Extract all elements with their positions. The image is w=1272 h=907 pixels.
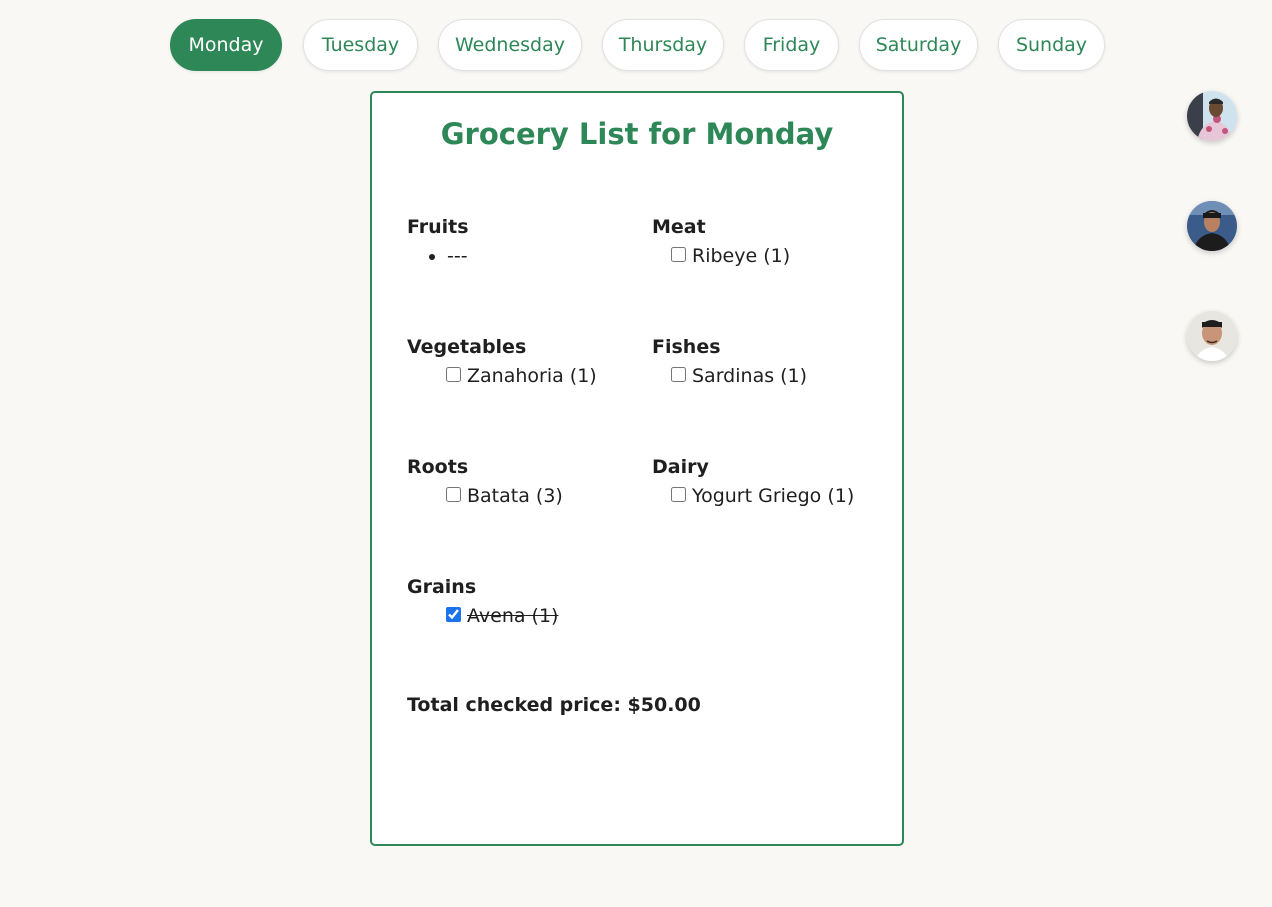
user-avatar-3[interactable] (1187, 311, 1237, 361)
item-label: Avena (1) (467, 605, 559, 627)
category-title: Dairy (652, 456, 709, 478)
item-checkbox[interactable] (446, 486, 461, 502)
avatar-photo-icon (1187, 91, 1237, 141)
avatar-photo-icon (1187, 311, 1237, 361)
tab-friday[interactable]: Friday (744, 19, 839, 71)
list-item: Ribeye (1) (671, 244, 790, 268)
list-item: Sardinas (1) (671, 364, 807, 388)
category-grains: Grains Avena (1) (407, 575, 558, 628)
page-title: Grocery List for Monday (440, 117, 834, 151)
tab-thursday[interactable]: Thursday (602, 19, 724, 71)
item-label: Batata (3) (467, 485, 563, 507)
category-title: Fruits (407, 216, 469, 238)
list-item: Batata (3) (446, 484, 563, 508)
item-checkbox[interactable] (671, 486, 686, 502)
item-list: Ribeye (1) (671, 244, 790, 268)
tab-monday[interactable]: Monday (170, 19, 282, 71)
item-checkbox[interactable] (446, 366, 461, 382)
category-title: Meat (652, 216, 706, 238)
category-dairy: Dairy Yogurt Griego (1) (652, 455, 854, 508)
item-list: Batata (3) (446, 484, 563, 508)
item-checkbox[interactable] (671, 366, 686, 382)
tab-wednesday[interactable]: Wednesday (438, 19, 582, 71)
category-roots: Roots Batata (3) (407, 455, 563, 508)
category-title: Grains (407, 576, 477, 598)
day-tabs: Monday Tuesday Wednesday Thursday Friday… (0, 0, 1272, 90)
item-label: Yogurt Griego (1) (692, 485, 855, 507)
grocery-card: Grocery List for Monday Fruits --- Meat … (370, 91, 904, 846)
item-label: Sardinas (1) (692, 365, 808, 387)
item-checkbox[interactable] (671, 246, 686, 262)
list-item: Zanahoria (1) (446, 364, 597, 388)
category-vegetables: Vegetables Zanahoria (1) (407, 335, 597, 388)
tab-tuesday[interactable]: Tuesday (303, 19, 418, 71)
avatar-photo-icon (1187, 201, 1237, 251)
user-avatar-2[interactable] (1187, 201, 1237, 251)
total-price: Total checked price: $50.00 (407, 694, 701, 716)
list-item: Avena (1) (446, 604, 558, 628)
item-list: Sardinas (1) (671, 364, 807, 388)
tab-sunday[interactable]: Sunday (998, 19, 1105, 71)
category-fruits: Fruits --- (407, 215, 469, 268)
user-avatar-1[interactable] (1187, 91, 1237, 141)
category-meat: Meat Ribeye (1) (652, 215, 790, 268)
item-list: --- (407, 244, 469, 268)
item-label: Ribeye (1) (692, 245, 791, 267)
item-checkbox[interactable] (446, 606, 461, 622)
item-list: Avena (1) (446, 604, 558, 628)
category-fishes: Fishes Sardinas (1) (652, 335, 807, 388)
item-list: Yogurt Griego (1) (671, 484, 854, 508)
item-label: Zanahoria (1) (467, 365, 597, 387)
category-title: Fishes (652, 336, 721, 358)
category-title: Vegetables (407, 336, 527, 358)
list-item: Yogurt Griego (1) (671, 484, 854, 508)
category-title: Roots (407, 456, 469, 478)
empty-placeholder: --- (447, 244, 469, 268)
tab-saturday[interactable]: Saturday (859, 19, 978, 71)
item-list: Zanahoria (1) (446, 364, 597, 388)
